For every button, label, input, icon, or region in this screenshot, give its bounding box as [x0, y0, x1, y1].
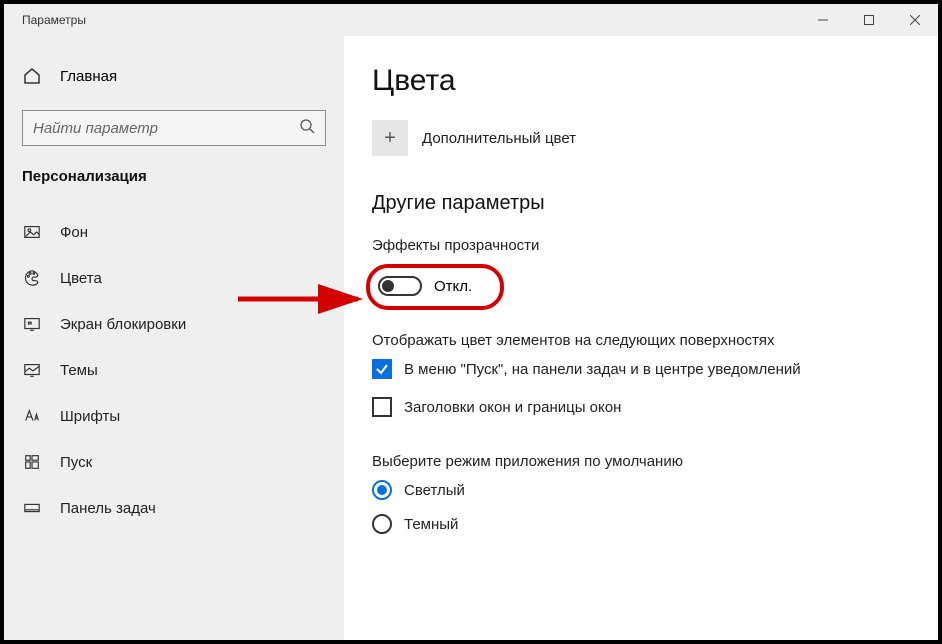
- window-controls: [800, 4, 938, 36]
- window-title: Параметры: [22, 13, 86, 27]
- picture-icon: [22, 222, 42, 242]
- palette-icon: [22, 268, 42, 288]
- sidebar-item-colors[interactable]: Цвета: [4, 255, 344, 301]
- appmode-label: Выберите режим приложения по умолчанию: [344, 453, 938, 470]
- sidebar-item-label: Панель задач: [60, 500, 156, 517]
- sidebar-item-start[interactable]: Пуск: [4, 439, 344, 485]
- sidebar-category: Персонализация: [4, 168, 344, 185]
- sidebar-item-fonts[interactable]: Шрифты: [4, 393, 344, 439]
- sidebar-item-label: Цвета: [60, 270, 102, 287]
- search-box[interactable]: [22, 110, 326, 146]
- add-custom-color-label: Дополнительный цвет: [422, 130, 576, 147]
- checkbox-icon: [372, 397, 392, 417]
- sidebar-item-label: Шрифты: [60, 408, 120, 425]
- surfaces-label: Отображать цвет элементов на следующих п…: [344, 332, 938, 349]
- close-button[interactable]: [892, 4, 938, 36]
- transparency-toggle-highlight: Откл.: [366, 264, 504, 310]
- sidebar-item-lockscreen[interactable]: Экран блокировки: [4, 301, 344, 347]
- settings-window: Параметры Главная: [0, 0, 942, 644]
- transparency-label: Эффекты прозрачности: [344, 237, 938, 254]
- radio-label: Темный: [404, 516, 458, 533]
- sidebar-home-label: Главная: [60, 68, 117, 85]
- transparency-state: Откл.: [434, 278, 472, 295]
- sidebar-item-label: Фон: [60, 224, 88, 241]
- transparency-toggle[interactable]: [378, 276, 422, 296]
- checkbox-icon: [372, 359, 392, 379]
- radio-icon: [372, 514, 392, 534]
- radio-light[interactable]: Светлый: [344, 480, 938, 500]
- radio-dark[interactable]: Темный: [344, 514, 938, 534]
- taskbar-icon: [22, 498, 42, 518]
- content-pane: Цвета + Дополнительный цвет Другие парам…: [344, 36, 938, 640]
- radio-icon: [372, 480, 392, 500]
- more-options-heading: Другие параметры: [344, 192, 938, 215]
- checkbox-titlebars[interactable]: Заголовки окон и границы окон: [344, 397, 938, 417]
- lockscreen-icon: [22, 314, 42, 334]
- maximize-button[interactable]: [846, 4, 892, 36]
- sidebar: Главная Персонализация Фон Цвета Экран б…: [4, 36, 344, 640]
- search-input[interactable]: [33, 120, 299, 137]
- minimize-button[interactable]: [800, 4, 846, 36]
- sidebar-item-background[interactable]: Фон: [4, 209, 344, 255]
- sidebar-item-label: Экран блокировки: [60, 316, 186, 333]
- page-title: Цвета: [344, 64, 938, 98]
- sidebar-item-label: Темы: [60, 362, 98, 379]
- add-custom-color[interactable]: + Дополнительный цвет: [344, 120, 938, 156]
- titlebar: Параметры: [4, 4, 938, 36]
- radio-label: Светлый: [404, 482, 465, 499]
- start-icon: [22, 452, 42, 472]
- toggle-knob: [382, 280, 394, 292]
- sidebar-home[interactable]: Главная: [4, 56, 344, 96]
- sidebar-item-taskbar[interactable]: Панель задач: [4, 485, 344, 531]
- fonts-icon: [22, 406, 42, 426]
- sidebar-item-themes[interactable]: Темы: [4, 347, 344, 393]
- themes-icon: [22, 360, 42, 380]
- search-icon: [299, 118, 315, 139]
- plus-icon: +: [372, 120, 408, 156]
- home-icon: [22, 66, 42, 86]
- checkbox-label: Заголовки окон и границы окон: [404, 399, 621, 416]
- checkbox-label: В меню "Пуск", на панели задач и в центр…: [404, 361, 801, 378]
- checkbox-start-taskbar[interactable]: В меню "Пуск", на панели задач и в центр…: [344, 359, 938, 379]
- sidebar-item-label: Пуск: [60, 454, 92, 471]
